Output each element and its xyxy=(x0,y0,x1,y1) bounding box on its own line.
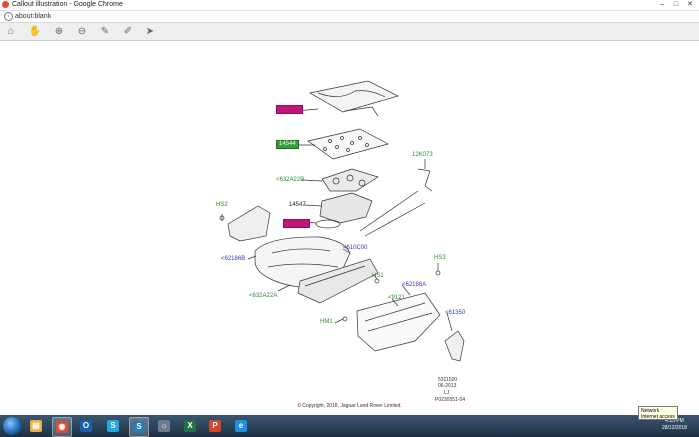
seat-exploded-diagram xyxy=(219,80,465,362)
callout-62186b[interactable]: <62186B xyxy=(221,256,245,263)
system-clock[interactable]: 4:25 PM 28/12/2018 xyxy=(662,418,687,432)
callout-9121[interactable]: <9121 xyxy=(388,295,405,302)
outlook-icon: O xyxy=(80,420,92,432)
taskbar-outlook[interactable]: O xyxy=(77,417,95,435)
excel-icon: X xyxy=(184,420,196,432)
pan-hand-icon[interactable]: ✋ xyxy=(28,25,42,38)
home-icon[interactable]: ⌂ xyxy=(4,25,18,38)
callout-hs1[interactable]: HS1 xyxy=(372,273,384,280)
taskbar-app-s[interactable]: S xyxy=(129,417,149,437)
network-tooltip: Network Internet access xyxy=(638,406,678,420)
taskbar-powerpoint[interactable]: P xyxy=(206,417,224,435)
chrome-logo-icon xyxy=(2,1,9,8)
reference-line-3: LJ xyxy=(444,390,450,396)
taskbar-excel[interactable]: X xyxy=(181,417,199,435)
powerpoint-icon: P xyxy=(209,420,221,432)
seat-mat-part xyxy=(307,128,389,160)
module-part xyxy=(319,192,373,224)
url-text[interactable]: about:blank xyxy=(15,11,51,22)
pointer-icon[interactable]: ➤ xyxy=(143,25,157,38)
zoom-out-icon[interactable]: ⊖ xyxy=(75,25,89,38)
tooltip-line-2: Internet access xyxy=(641,414,675,420)
callout-61350[interactable]: <61350 xyxy=(445,310,465,317)
start-button[interactable] xyxy=(3,417,21,435)
file-explorer-icon: ▤ xyxy=(30,420,42,432)
pen-icon[interactable]: ✎ xyxy=(98,25,112,38)
callout-62186a[interactable]: <62186A xyxy=(402,282,426,289)
close-button[interactable]: ✕ xyxy=(683,0,697,10)
copyright-text: © Copyright, 2018, Jaguar Land Rover Lim… xyxy=(297,403,402,409)
callout-hs2[interactable]: HS2 xyxy=(216,202,228,209)
zoom-in-icon[interactable]: ⊕ xyxy=(52,25,66,38)
maximize-button[interactable]: □ xyxy=(669,0,683,10)
chrome-icon: ◉ xyxy=(56,421,68,433)
trim-panel-part xyxy=(444,330,465,362)
taskbar-internet-explorer[interactable]: e xyxy=(232,417,250,435)
taskbar-file-explorer[interactable]: ▤ xyxy=(27,417,45,435)
app-s-icon: S xyxy=(133,421,145,433)
viewer-toolbar: ⌂ ✋ ⊕ ⊖ ✎ ✐ ➤ xyxy=(0,23,699,41)
callout-632a22a[interactable]: <632A22A xyxy=(249,293,277,300)
taskbar-settings-app[interactable]: ☼ xyxy=(155,417,173,435)
settings-app-icon: ☼ xyxy=(158,420,170,432)
taskbar-skype[interactable]: S xyxy=(104,417,122,435)
callout-hs3[interactable]: HS3 xyxy=(434,255,446,262)
brush-icon[interactable]: ✐ xyxy=(121,25,135,38)
callout-14d696-bottom[interactable]: 14D696 xyxy=(283,219,311,228)
callout-632a22b[interactable]: <632A22B xyxy=(276,177,304,184)
taskbar-chrome[interactable]: ◉ xyxy=(52,417,72,437)
reference-line-2: 06-2013 xyxy=(438,383,457,389)
address-bar[interactable]: i about:blank xyxy=(0,11,699,23)
window-controls: – □ ✕ xyxy=(655,0,697,10)
callout-12k073[interactable]: 12K073 xyxy=(412,152,433,159)
callout-14544[interactable]: 14544 xyxy=(276,140,299,149)
callout-hm1[interactable]: HM1 xyxy=(320,319,333,326)
callout-14d696-top[interactable]: 14D696 xyxy=(276,105,304,114)
callout-610c00[interactable]: <610C00 xyxy=(343,245,368,252)
window-titlebar: Callout illustration - Google Chrome – □… xyxy=(0,0,699,11)
minimize-button[interactable]: – xyxy=(655,0,669,10)
suspension-frame-part xyxy=(321,168,379,192)
callout-14547[interactable]: 14547 xyxy=(289,202,306,209)
skype-icon: S xyxy=(107,420,119,432)
info-icon[interactable]: i xyxy=(4,12,13,21)
clock-date: 28/12/2018 xyxy=(661,425,687,431)
window-title: Callout illustration - Google Chrome xyxy=(12,1,123,8)
side-bracket-part xyxy=(227,205,271,242)
taskbar: ▤ ◉ O S S ☼ X P e 4:25 PM 28/12/2018 xyxy=(0,415,699,437)
internet-explorer-icon: e xyxy=(235,420,247,432)
